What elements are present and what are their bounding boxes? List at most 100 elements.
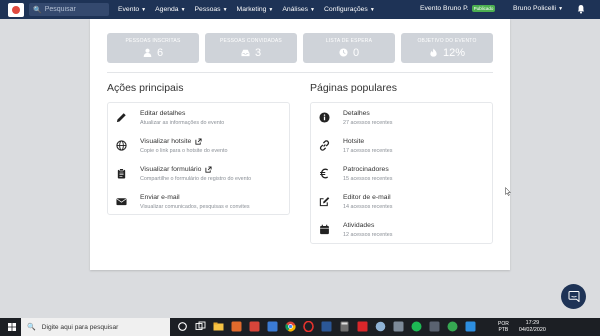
- action-visualizar-hotsite[interactable]: Visualizar hotsite Copie o link para o h…: [108, 133, 289, 161]
- opera-icon[interactable]: [303, 321, 314, 332]
- app-icon-misc[interactable]: [393, 321, 404, 332]
- event-name: Evento Bruno P.: [420, 5, 469, 12]
- app-icon-blue-2[interactable]: [465, 321, 476, 332]
- app-icon-red[interactable]: [249, 321, 260, 332]
- chrome-icon[interactable]: [285, 321, 296, 332]
- search-input[interactable]: [44, 6, 105, 13]
- page-subtitle: 12 acessos recentes: [343, 232, 393, 238]
- page-editor-email[interactable]: Editor de e-mail 14 acessos recentes: [311, 189, 492, 217]
- stat-value: 6: [156, 46, 164, 59]
- stat-value: 12%: [442, 46, 466, 59]
- divider: [107, 72, 493, 73]
- action-visualizar-formulario[interactable]: Visualizar formulário Compartilhe o form…: [108, 161, 289, 189]
- windows-start-icon[interactable]: [8, 323, 16, 331]
- user-name: Bruno Policelli: [513, 5, 557, 12]
- nav-analises[interactable]: Análises ▼: [282, 6, 315, 13]
- bell-icon[interactable]: [577, 4, 585, 14]
- clock-icon: [339, 48, 348, 57]
- calculator-icon[interactable]: [339, 321, 350, 332]
- clock-date: 04/02/2020: [518, 327, 546, 333]
- action-subtitle: Copie o link para o hotsite do evento: [140, 148, 228, 154]
- file-explorer-icon[interactable]: [213, 321, 224, 332]
- page-title: Editor de e-mail: [343, 194, 391, 201]
- nav-label: Pessoas: [194, 6, 221, 13]
- app-icon-orange[interactable]: [231, 321, 242, 332]
- user-menu[interactable]: Bruno Policelli ▼: [513, 5, 563, 12]
- nav-marketing[interactable]: Marketing ▼: [237, 6, 274, 13]
- action-title: Visualizar formulário: [140, 166, 202, 173]
- taskbar-search[interactable]: 🔍: [21, 318, 170, 336]
- app-logo[interactable]: [8, 2, 24, 17]
- info-icon: [319, 112, 330, 123]
- chevron-down-icon: ▼: [141, 6, 147, 13]
- top-navbar: 🔍 Evento▼ Agenda▼ Pessoas▼ Marketing▼ An…: [0, 0, 600, 19]
- stat-value: 0: [352, 46, 360, 59]
- page-atividades[interactable]: Atividades 12 acessos recentes: [311, 217, 492, 245]
- nav-label: Análises: [282, 6, 309, 13]
- nav-label: Evento: [118, 6, 140, 13]
- spotify-icon[interactable]: [411, 321, 422, 332]
- taskbar-apps: [177, 321, 483, 332]
- search-icon: 🔍: [33, 6, 42, 14]
- stat-label: OBJETIVO DO EVENTO: [417, 37, 477, 44]
- link-icon: [319, 140, 330, 151]
- page-subtitle: 17 acessos recentes: [343, 148, 393, 154]
- envelope-icon: [116, 198, 127, 206]
- taskbar-search-input[interactable]: [41, 323, 170, 331]
- stat-objetivo-evento[interactable]: OBJETIVO DO EVENTO 12%: [401, 33, 493, 63]
- app-icon-gray[interactable]: [429, 321, 440, 332]
- page-patrocinadores[interactable]: Patrocinadores 15 acessos recentes: [311, 161, 492, 189]
- clock[interactable]: 17:29 04/02/2020: [519, 320, 546, 334]
- clipboard-icon: [117, 168, 126, 179]
- language-indicator[interactable]: POR PTB: [498, 321, 509, 333]
- chevron-down-icon: ▼: [268, 6, 274, 13]
- clock-time: 17:29: [525, 320, 540, 326]
- nav-evento[interactable]: Evento ▼: [118, 6, 146, 13]
- system-tray: POR PTB 17:29 04/02/2020: [498, 318, 546, 336]
- app-icon-blue[interactable]: [267, 321, 278, 332]
- external-link-icon[interactable]: [195, 138, 202, 145]
- action-editar-detalhes[interactable]: Editar detalhes Atualizar as informações…: [108, 105, 289, 133]
- action-title: Enviar e-mail: [140, 194, 180, 201]
- keyboard-layout: PTB: [498, 327, 509, 333]
- user-icon: [143, 48, 152, 57]
- globe-icon: [116, 140, 127, 151]
- app-icon-globe[interactable]: [375, 321, 386, 332]
- status-badge: Publicado: [471, 5, 496, 12]
- page-subtitle: 27 acessos recentes: [343, 120, 393, 126]
- windows-taskbar: 🔍 POR PTB 17:29 04/02/2020: [0, 318, 600, 336]
- chevron-down-icon: ▼: [558, 5, 564, 12]
- action-enviar-email[interactable]: Enviar e-mail Visualizar comunicados, pe…: [108, 189, 289, 217]
- nav-agenda[interactable]: Agenda ▼: [155, 6, 185, 13]
- stat-label: LISTA DE ESPERA: [325, 37, 373, 44]
- external-link-icon[interactable]: [205, 166, 213, 173]
- page-detalhes[interactable]: Detalhes 27 acessos recentes: [311, 105, 492, 133]
- event-dashboard-card: PESSOAS INSCRITAS 6 PESSOAS CONVIDADAS 3…: [90, 19, 510, 270]
- acoes-panel: Editar detalhes Atualizar as informações…: [107, 102, 290, 215]
- page-title: Atividades: [343, 222, 375, 229]
- search-icon: 🔍: [27, 324, 36, 331]
- task-view-icon[interactable]: [177, 321, 188, 332]
- stat-pessoas-inscritas[interactable]: PESSOAS INSCRITAS 6: [107, 33, 199, 63]
- nav-configuracoes[interactable]: Configurações ▼: [324, 6, 375, 13]
- current-event[interactable]: Evento Bruno P. Publicado: [420, 5, 496, 12]
- action-subtitle: Atualizar as informações do evento: [140, 120, 225, 126]
- stats-row: PESSOAS INSCRITAS 6 PESSOAS CONVIDADAS 3…: [107, 33, 499, 63]
- nav-pessoas[interactable]: Pessoas ▼: [195, 6, 228, 13]
- chat-button[interactable]: [561, 284, 586, 309]
- section-title-acoes: Ações principais: [107, 82, 184, 94]
- calendar-icon: [320, 224, 329, 235]
- task-switch-icon[interactable]: [195, 321, 206, 332]
- app-icon-green[interactable]: [447, 321, 458, 332]
- action-title: Visualizar hotsite: [140, 138, 192, 145]
- mouse-cursor-icon: [505, 187, 511, 196]
- action-subtitle: Visualizar comunicados, pesquisas e conv…: [140, 204, 250, 210]
- acrobat-icon[interactable]: [357, 321, 368, 332]
- stat-lista-espera[interactable]: LISTA DE ESPERA 0: [303, 33, 395, 63]
- stat-pessoas-convidadas[interactable]: PESSOAS CONVIDADAS 3: [205, 33, 297, 63]
- word-icon[interactable]: [321, 321, 332, 332]
- section-title-paginas: Páginas populares: [310, 82, 397, 94]
- page-hotsite[interactable]: Hotsite 17 acessos recentes: [311, 133, 492, 161]
- search-box[interactable]: 🔍: [29, 3, 109, 16]
- paginas-panel: Detalhes 27 acessos recentes Hotsite 17 …: [310, 102, 493, 244]
